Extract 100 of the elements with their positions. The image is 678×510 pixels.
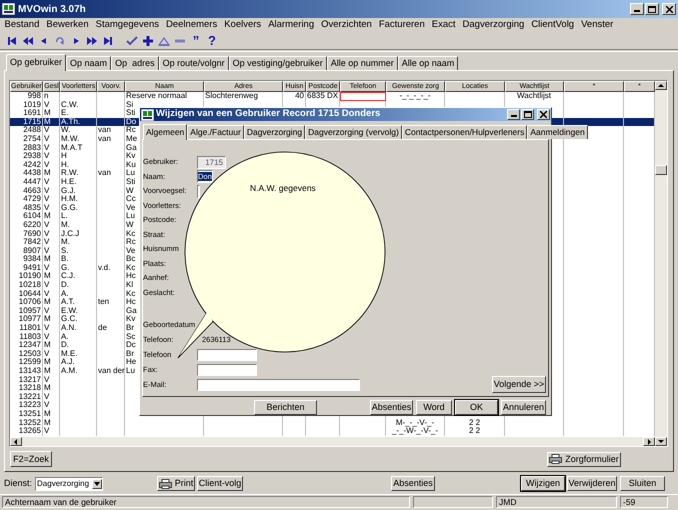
- table-row[interactable]: 12503 V M.E.: [10, 350, 125, 358]
- table-row[interactable]: 10218 V D.: [10, 281, 125, 290]
- table-row[interactable]: 13265 V: [10, 427, 125, 436]
- table-row[interactable]: 7690 V J.C.J: [10, 230, 125, 238]
- table-row[interactable]: 4242 V H.: [10, 160, 125, 170]
- action-button[interactable]: Wijzigen: [521, 476, 566, 491]
- dialog-button[interactable]: Berichten: [254, 400, 317, 415]
- menu-item[interactable]: Bewerken: [42, 19, 92, 31]
- tab[interactable]: Op vestiging/gebruiker: [228, 56, 327, 70]
- table-row[interactable]: 6220 V M.: [10, 220, 125, 230]
- close-button[interactable]: [537, 109, 550, 120]
- menu-item[interactable]: Alarmering: [264, 19, 318, 31]
- table-row[interactable]: 13223 V: [10, 401, 125, 410]
- toolbar-glyph[interactable]: ?: [206, 34, 218, 47]
- plus-icon[interactable]: [142, 34, 154, 46]
- search-button[interactable]: F2=Zoek: [10, 451, 52, 467]
- form-button[interactable]: Zorgformulier: [547, 452, 621, 466]
- tab[interactable]: Algemeen: [143, 124, 188, 140]
- table-row[interactable]: 998 n: [10, 92, 125, 101]
- action-button[interactable]: Absenties: [391, 476, 436, 491]
- input-field[interactable]: [197, 184, 200, 198]
- table-row[interactable]: 10706 M A.T. ten: [10, 298, 125, 307]
- table-row[interactable]: 2883 V M.A.T: [10, 144, 125, 152]
- tab[interactable]: Dagverzorging (vervolg): [305, 124, 402, 139]
- action-button[interactable]: Client-volg: [197, 476, 244, 491]
- close-button[interactable]: [662, 3, 676, 15]
- table-row[interactable]: 13218 M: [10, 384, 125, 393]
- table-row[interactable]: 4447 V H.E.: [10, 178, 125, 187]
- menu-item[interactable]: ClientVolg: [528, 19, 578, 31]
- table-row[interactable]: 2938 V H: [10, 152, 125, 161]
- tab[interactable]: Dagverzorging: [244, 124, 306, 139]
- scroll-down-button[interactable]: [655, 437, 667, 446]
- table-row[interactable]: 4663 V G.J.: [10, 186, 125, 196]
- table-row[interactable]: 10644 V A.: [10, 290, 125, 298]
- table-row[interactable]: 11803 V A.: [10, 332, 125, 342]
- table-row[interactable]: 4729 V H.M.: [10, 195, 125, 204]
- last-record-icon[interactable]: [102, 34, 114, 46]
- table-row[interactable]: 10190 M C.J.: [10, 272, 125, 282]
- undo-icon[interactable]: [54, 34, 66, 46]
- toolbar-glyph[interactable]: ”: [190, 34, 202, 47]
- scroll-thumb[interactable]: [655, 164, 667, 174]
- tab[interactable]: Alle op naam: [398, 56, 458, 70]
- service-dropdown[interactable]: Dagverzorging: [35, 476, 104, 490]
- input-field[interactable]: [197, 364, 257, 376]
- input-field[interactable]: [197, 349, 257, 362]
- table-row[interactable]: 4835 V G.G.: [10, 204, 125, 212]
- table-row[interactable]: 7842 V M.: [10, 238, 125, 247]
- action-button[interactable]: Print: [157, 476, 196, 491]
- table-row[interactable]: 12347 M D.: [10, 341, 125, 350]
- action-button[interactable]: Verwijderen: [567, 476, 618, 491]
- horizontal-scrollbar[interactable]: [10, 437, 655, 446]
- check-icon[interactable]: [126, 34, 138, 46]
- table-row[interactable]: 10977 M G.C.: [10, 315, 125, 324]
- focused-cell[interactable]: [340, 92, 386, 101]
- maximize-button[interactable]: [645, 3, 659, 15]
- tab[interactable]: Contactpersonen/Hulpverleners: [402, 124, 528, 139]
- table-row[interactable]: 9491 V G. v.d.: [10, 264, 125, 272]
- dialog-button[interactable]: Annuleren: [501, 400, 546, 415]
- tab[interactable]: Aanmeldingen: [527, 124, 588, 139]
- next-button[interactable]: Volgende >>: [492, 376, 546, 393]
- input-field[interactable]: [197, 379, 360, 392]
- minimize-button[interactable]: [507, 109, 520, 120]
- minimize-button[interactable]: [630, 3, 644, 15]
- tab[interactable]: Op gebruiker: [6, 54, 66, 71]
- menu-item[interactable]: Factureren: [375, 19, 428, 31]
- rewind-icon[interactable]: [22, 34, 34, 46]
- scroll-right-button[interactable]: [643, 437, 655, 446]
- table-row[interactable]: 12599 M A.J.: [10, 358, 125, 367]
- menu-item[interactable]: Exact: [428, 19, 460, 31]
- table-row[interactable]: 13221 V: [10, 392, 125, 402]
- table-row[interactable]: 6104 M L.: [10, 212, 125, 221]
- maximize-button[interactable]: [521, 109, 534, 120]
- menu-item[interactable]: Stamgegevens: [92, 19, 162, 31]
- dialog-button[interactable]: Absenties: [370, 400, 413, 415]
- table-row[interactable]: 9384 M B.: [10, 255, 125, 264]
- tab[interactable]: Op naam: [66, 56, 112, 70]
- table-row[interactable]: 11801 V A.N. de: [10, 324, 125, 333]
- scroll-up-button[interactable]: [655, 81, 667, 90]
- scroll-left-button[interactable]: [10, 437, 22, 446]
- tab[interactable]: Alle op nummer: [326, 56, 398, 70]
- tab[interactable]: Alge./Factuur: [187, 124, 244, 139]
- table-row[interactable]: 1019 V C.W.: [10, 100, 125, 110]
- table-row[interactable]: 13252 M: [10, 418, 125, 428]
- table-row[interactable]: 2488 V W. van: [10, 126, 125, 135]
- table-row[interactable]: 8907 V S.: [10, 246, 125, 256]
- tab[interactable]: Op route/volgnr: [158, 56, 229, 70]
- tab[interactable]: Op adres: [111, 56, 159, 70]
- dialog-button[interactable]: OK: [455, 400, 498, 415]
- table-row[interactable]: 10957 V E.W.: [10, 306, 125, 316]
- triangle-icon[interactable]: [158, 34, 170, 46]
- menu-item[interactable]: Koelvers: [220, 19, 265, 31]
- menu-item[interactable]: Dagverzorging: [459, 19, 528, 31]
- vertical-scrollbar[interactable]: [655, 81, 667, 446]
- dialog-button[interactable]: Word: [416, 400, 452, 415]
- action-button[interactable]: Sluiten: [620, 476, 666, 491]
- table-row[interactable]: 13251 M: [10, 410, 125, 419]
- menu-item[interactable]: Deelnemers: [162, 19, 221, 31]
- table-row[interactable]: 13217 V: [10, 376, 125, 384]
- table-row[interactable]: 2754 V M.W. van: [10, 134, 125, 144]
- menu-item[interactable]: Venster: [578, 19, 617, 31]
